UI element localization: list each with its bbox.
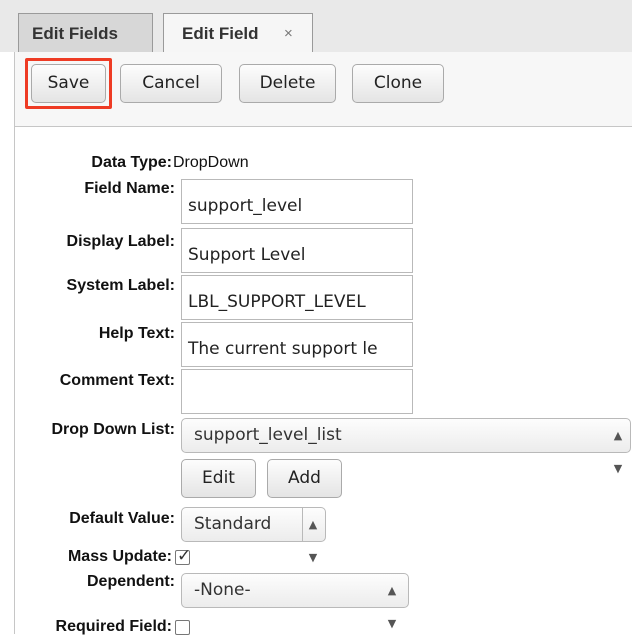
dependent-select[interactable]: -None- ▲ ▼ [181, 573, 409, 630]
tab-label: Edit Field [182, 24, 259, 43]
drop-down-list-select[interactable]: support_level_list ▲ ▼ [181, 418, 631, 475]
tab-bar: Edit Fields Edit Field × [0, 0, 632, 53]
default-value-value: Standard [194, 514, 272, 534]
help-text-label: Help Text: [98, 325, 175, 342]
checkmark-icon: ✓ [177, 546, 192, 565]
mass-update-checkbox[interactable]: ✓ [175, 546, 191, 565]
edit-dropdown-button[interactable]: Edit [181, 459, 256, 498]
toolbar-divider [14, 126, 632, 127]
tab-label: Edit Fields [32, 24, 118, 43]
help-text-input[interactable]: The current support le [181, 322, 413, 367]
field-name-input[interactable]: support_level [181, 179, 413, 224]
save-button[interactable]: Save [31, 64, 106, 103]
comment-text-label: Comment Text: [59, 372, 175, 389]
tab-edit-field[interactable]: Edit Field × [163, 13, 313, 53]
select-arrows-icon: ▲ ▼ [302, 508, 323, 564]
default-value-select[interactable]: Standard ▲ ▼ [181, 507, 326, 564]
delete-button[interactable]: Delete [239, 64, 336, 103]
help-text-value: The current support le [188, 339, 378, 359]
field-name-value: support_level [188, 196, 303, 216]
system-label-label: System Label: [66, 277, 175, 294]
default-value-label: Default Value: [69, 510, 175, 527]
system-label-value: LBL_SUPPORT_LEVEL [188, 292, 366, 312]
add-dropdown-button[interactable]: Add [267, 459, 342, 498]
display-label-value: Support Level [188, 245, 306, 265]
drop-down-list-value: support_level_list [194, 425, 342, 445]
clone-button[interactable]: Clone [352, 64, 444, 103]
display-label-label: Display Label: [66, 233, 175, 250]
close-icon[interactable]: × [284, 14, 293, 54]
select-arrows-icon: ▲ ▼ [387, 584, 397, 630]
system-label-input[interactable]: LBL_SUPPORT_LEVEL [181, 275, 413, 320]
select-arrows-icon: ▲ ▼ [613, 429, 623, 475]
data-type-label: Data Type: [91, 154, 172, 171]
panel-border [14, 52, 15, 634]
dependent-label: Dependent: [87, 573, 175, 590]
drop-down-list-label: Drop Down List: [51, 421, 175, 438]
tab-edit-fields[interactable]: Edit Fields [18, 13, 153, 53]
display-label-input[interactable]: Support Level [181, 228, 413, 273]
dependent-value: -None- [194, 580, 251, 600]
cancel-button[interactable]: Cancel [120, 64, 222, 103]
required-field-label: Required Field: [55, 618, 172, 635]
comment-text-input[interactable] [181, 369, 413, 414]
data-type-value: DropDown [173, 154, 249, 171]
required-field-checkbox[interactable] [175, 620, 190, 635]
field-name-label: Field Name: [84, 180, 175, 197]
mass-update-label: Mass Update: [67, 548, 172, 565]
